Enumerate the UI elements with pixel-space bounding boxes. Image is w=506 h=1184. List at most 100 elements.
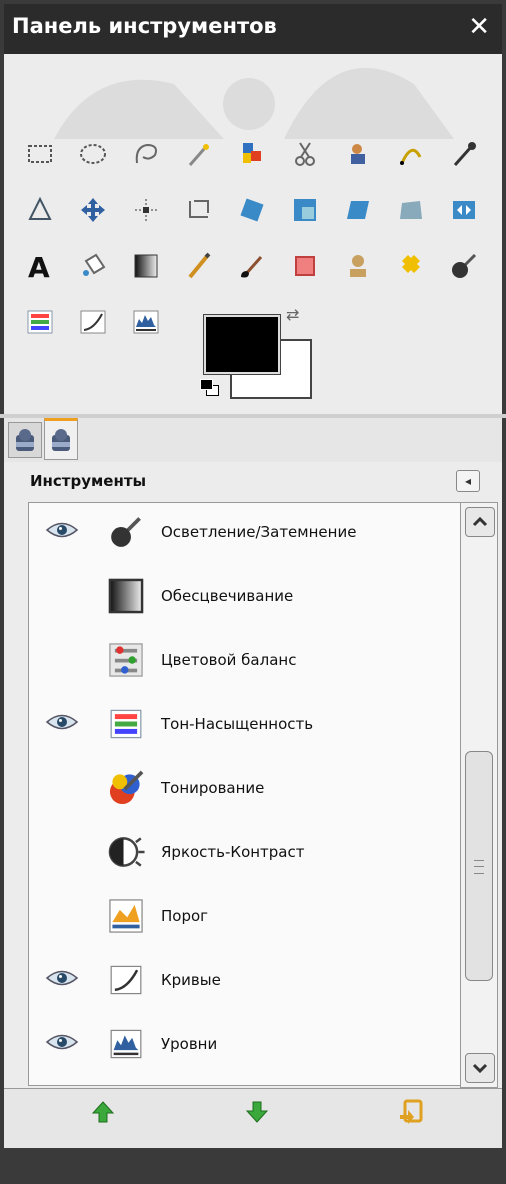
list-item[interactable]: Тон-Насыщенность (29, 695, 465, 759)
close-icon[interactable]: ✕ (468, 12, 490, 42)
scrollbar[interactable] (460, 502, 498, 1088)
visibility-toggle[interactable] (45, 775, 79, 797)
foreground-color-swatch[interactable] (203, 314, 281, 375)
list-item[interactable]: Цветовой баланс (29, 631, 465, 695)
lower-tool-button[interactable] (242, 1097, 272, 1127)
free-select-icon (135, 143, 157, 164)
tool-button[interactable] (20, 134, 60, 174)
list-item[interactable]: Кривые (29, 951, 465, 1015)
panel-menu-button[interactable]: ◂ (456, 470, 480, 492)
hue-saturation-icon (27, 310, 53, 334)
list-item[interactable]: Уровни (29, 1015, 465, 1079)
tool-button[interactable] (73, 302, 113, 342)
grip-icon (474, 860, 484, 874)
list-item[interactable]: Осветление/Затемнение (29, 503, 465, 567)
row-label: Порог (161, 907, 209, 925)
tool-button[interactable] (444, 246, 484, 286)
default-colors-icon[interactable] (200, 379, 220, 397)
tab-tools[interactable] (44, 418, 78, 460)
visibility-toggle[interactable] (45, 647, 79, 669)
swap-colors-icon[interactable]: ⇄ (286, 305, 299, 324)
tool-button[interactable] (391, 134, 431, 174)
svg-text:A: A (28, 251, 50, 283)
wilber-watermark (54, 67, 454, 139)
row-label: Осветление/Затемнение (161, 523, 357, 541)
tool-button[interactable] (232, 134, 272, 174)
list-item[interactable]: Обесцвечивание (29, 567, 465, 631)
ellipse-select-icon (80, 144, 106, 164)
eye-icon[interactable] (45, 711, 79, 733)
measure-icon (28, 196, 52, 220)
threshold-icon (109, 899, 143, 933)
tool-button[interactable] (338, 246, 378, 286)
blend-icon (134, 254, 158, 278)
fg-bg-colors[interactable]: ⇄ (200, 305, 320, 399)
title-bar[interactable]: Панель инструментов ✕ (4, 4, 502, 54)
arrow-up-icon (91, 1101, 115, 1123)
toolbox-window: Панель инструментов ✕ A ⇄ Инструменты ◂ (0, 0, 506, 1184)
tool-button[interactable] (179, 190, 219, 230)
bucket-fill-icon (83, 253, 106, 276)
tool-button[interactable] (444, 190, 484, 230)
visibility-toggle[interactable] (45, 839, 79, 861)
chevron-up-icon (472, 516, 488, 527)
tool-button[interactable] (73, 246, 113, 286)
pencil-icon (188, 252, 211, 279)
rotate-icon (240, 198, 264, 222)
list-item[interactable]: Порог (29, 887, 465, 951)
curves-icon (80, 310, 106, 334)
color-picker-icon (453, 142, 476, 166)
tool-button[interactable] (179, 246, 219, 286)
fuzzy-select-icon (188, 144, 209, 166)
list-item[interactable]: Яркость-Контраст (29, 823, 465, 887)
desaturate-icon (108, 578, 144, 614)
tool-area: A ⇄ (4, 54, 502, 414)
tool-button[interactable] (444, 134, 484, 174)
list-item[interactable]: Постеризация (29, 1079, 465, 1085)
tool-button[interactable] (232, 190, 272, 230)
foreground-select-icon (351, 144, 365, 164)
scroll-thumb[interactable] (465, 751, 493, 981)
tool-button[interactable] (20, 190, 60, 230)
tab-tool-options[interactable] (8, 422, 42, 458)
tool-button[interactable] (73, 134, 113, 174)
select-by-color-icon (243, 143, 261, 163)
eye-icon[interactable] (45, 967, 79, 989)
tool-button[interactable] (285, 190, 325, 230)
list-item[interactable]: Тонирование (29, 759, 465, 823)
tool-button[interactable] (285, 246, 325, 286)
color-balance-icon (109, 643, 143, 677)
tool-button[interactable] (338, 190, 378, 230)
colorize-icon (109, 770, 144, 805)
visibility-toggle[interactable] (45, 583, 79, 605)
tool-button[interactable] (391, 190, 431, 230)
eye-icon[interactable] (45, 519, 79, 541)
reset-tools-button[interactable] (396, 1097, 426, 1127)
tool-button[interactable] (338, 134, 378, 174)
scroll-up-button[interactable] (465, 507, 495, 537)
tool-button[interactable] (126, 190, 166, 230)
tool-button[interactable] (126, 302, 166, 342)
tool-button[interactable]: A (20, 246, 60, 286)
align-icon (135, 199, 157, 221)
tool-button[interactable] (73, 190, 113, 230)
paintbrush-icon (241, 256, 263, 278)
scroll-down-button[interactable] (465, 1053, 495, 1083)
curves-icon (110, 965, 142, 995)
tool-button[interactable] (232, 246, 272, 286)
raise-tool-button[interactable] (88, 1097, 118, 1127)
text-icon: A (28, 251, 50, 283)
visibility-toggle[interactable] (45, 903, 79, 925)
tool-button[interactable] (179, 134, 219, 174)
tool-button[interactable] (126, 134, 166, 174)
tool-button[interactable] (20, 302, 60, 342)
row-label: Тонирование (161, 779, 265, 797)
dock-tabs (4, 418, 502, 463)
scissors-icon (295, 142, 315, 166)
tool-button[interactable] (126, 246, 166, 286)
tools-panel: Инструменты ◂ Осветление/Затемнение Обесц… (4, 462, 502, 1184)
tool-button[interactable] (391, 246, 431, 286)
eye-icon[interactable] (45, 1031, 79, 1053)
flip-icon (453, 201, 475, 219)
tool-button[interactable] (285, 134, 325, 174)
